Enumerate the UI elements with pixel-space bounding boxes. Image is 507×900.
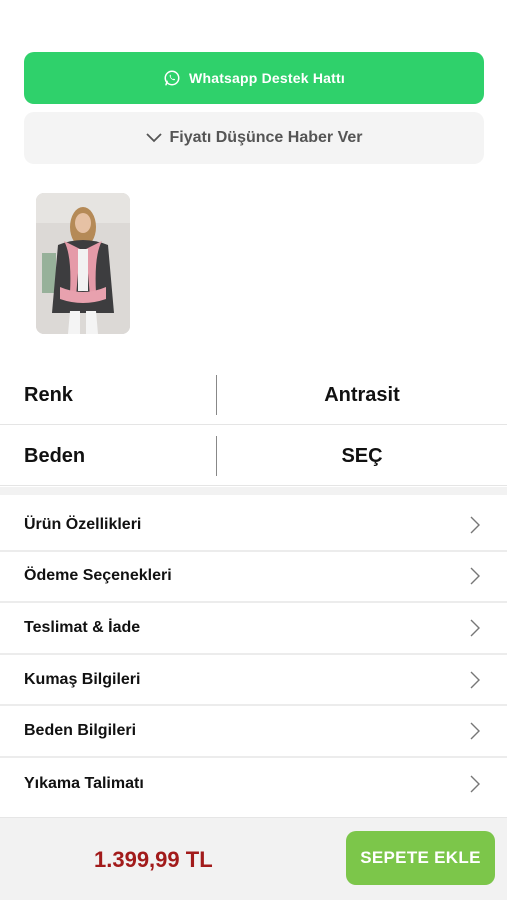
product-thumbnail[interactable] xyxy=(36,193,130,334)
accordion-item-label: Yıkama Talimatı xyxy=(24,774,144,792)
price-drop-alert-label: Fiyatı Düşünce Haber Ver xyxy=(169,129,363,146)
size-attribute-row[interactable]: Beden SEÇ xyxy=(0,426,507,486)
chevron-right-icon xyxy=(470,671,480,689)
accordion-item-label: Ödeme Seçenekleri xyxy=(24,567,172,585)
accordion-item-label: Teslimat & İade xyxy=(24,618,141,636)
accordion-item-payment-options[interactable]: Ödeme Seçenekleri xyxy=(0,552,507,604)
price-drop-alert-button[interactable]: Fiyatı Düşünce Haber Ver xyxy=(24,112,484,164)
add-to-cart-button[interactable]: SEPETE EKLE xyxy=(346,831,495,885)
size-select-button[interactable]: SEÇ xyxy=(217,426,507,486)
sticky-cart-bar: 1.399,99 TL SEPETE EKLE xyxy=(0,817,507,900)
chevron-right-icon xyxy=(470,722,480,740)
chevron-right-icon xyxy=(470,619,480,637)
accordion-item-label: Ürün Özellikleri xyxy=(24,515,142,533)
accordion-item-washing-instructions[interactable]: Yıkama Talimatı xyxy=(0,758,507,810)
size-attribute-label: Beden xyxy=(24,445,86,467)
product-price: 1.399,99 TL xyxy=(94,847,213,872)
chevron-right-icon xyxy=(470,567,480,585)
chevron-right-icon xyxy=(470,516,480,534)
accordion-item-product-features[interactable]: Ürün Özellikleri xyxy=(0,500,507,552)
product-info-accordion: Ürün Özellikleri Ödeme Seçenekleri Tesli… xyxy=(0,500,507,810)
add-to-cart-label: SEPETE EKLE xyxy=(360,848,481,867)
color-attribute-label: Renk xyxy=(24,384,73,406)
color-attribute-row[interactable]: Renk Antrasit xyxy=(0,365,507,425)
whatsapp-support-label: Whatsapp Destek Hattı xyxy=(189,70,345,86)
whatsapp-icon xyxy=(164,70,180,86)
accordion-item-delivery-returns[interactable]: Teslimat & İade xyxy=(0,603,507,655)
accordion-item-label: Kumaş Bilgileri xyxy=(24,670,141,688)
color-attribute-value[interactable]: Antrasit xyxy=(217,365,507,425)
whatsapp-support-button[interactable]: Whatsapp Destek Hattı xyxy=(24,52,484,104)
accordion-item-label: Beden Bilgileri xyxy=(24,722,137,740)
chevron-down-icon xyxy=(145,133,162,143)
product-photo xyxy=(36,193,130,334)
accordion-item-fabric-info[interactable]: Kumaş Bilgileri xyxy=(0,655,507,707)
section-spacer xyxy=(0,487,507,495)
chevron-right-icon xyxy=(470,775,480,793)
accordion-item-size-info[interactable]: Beden Bilgileri xyxy=(0,706,507,758)
